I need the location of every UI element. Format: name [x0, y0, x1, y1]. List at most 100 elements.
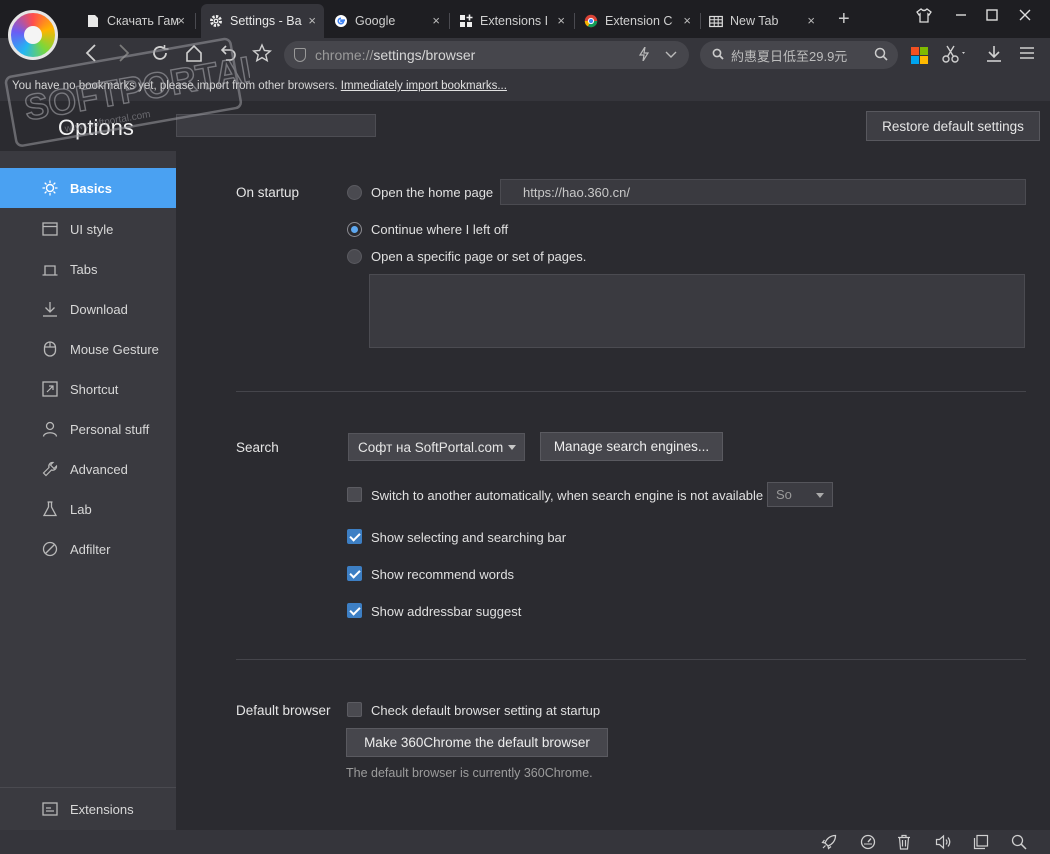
show-search-bar-label: Show selecting and searching bar	[371, 530, 567, 545]
extensions-icon	[42, 801, 58, 817]
forward-icon[interactable]	[117, 43, 131, 69]
addressbar-suggest-checkbox[interactable]	[347, 603, 362, 618]
tab-4[interactable]: Extension Ce ×	[576, 4, 699, 38]
status-bar	[0, 830, 1050, 854]
tab-5[interactable]: New Tab ×	[701, 4, 823, 38]
scissors-icon[interactable]	[942, 45, 968, 68]
undo-close-icon[interactable]	[218, 43, 238, 69]
search-query[interactable]: 約惠夏日低至29.9元	[731, 46, 874, 65]
new-tab-plus-icon[interactable]: +	[838, 8, 850, 31]
star-bookmark-icon[interactable]	[251, 43, 273, 69]
sun-gear-icon	[42, 180, 58, 196]
tab-0[interactable]: Скачать Гам ×	[78, 4, 193, 38]
default-browser-status: The default browser is currently 360Chro…	[346, 766, 593, 780]
sidebar-item-extensions[interactable]: Extensions	[0, 789, 176, 829]
close-icon[interactable]: ×	[683, 13, 691, 28]
tab-2[interactable]: Google ×	[326, 4, 448, 38]
make-default-button[interactable]: Make 360Chrome the default browser	[346, 728, 608, 757]
page-title: Options	[58, 115, 134, 140]
home-url-input[interactable]: https://hao.360.cn/	[500, 179, 1026, 205]
person-icon	[42, 421, 58, 437]
close-icon[interactable]: ×	[432, 13, 440, 28]
search-icon	[712, 48, 724, 63]
google-icon	[334, 14, 348, 28]
check-default-label: Check default browser setting at startup	[371, 703, 601, 718]
restore-defaults-button[interactable]: Restore default settings	[866, 111, 1040, 141]
minimize-icon[interactable]	[955, 8, 967, 25]
download-icon[interactable]	[985, 45, 1003, 68]
sidebar-item-personal-stuff[interactable]: Personal stuff	[0, 409, 176, 449]
sidebar-item-lab[interactable]: Lab	[0, 489, 176, 529]
speed-gauge-icon[interactable]	[860, 834, 876, 853]
radio-open-home[interactable]	[347, 185, 362, 200]
specific-pages-list[interactable]	[369, 274, 1025, 348]
rocket-icon[interactable]	[821, 834, 837, 853]
flask-icon	[42, 501, 58, 517]
tab-title: Extensions Ir	[480, 14, 548, 28]
sidebar-item-label: Shortcut	[70, 381, 119, 397]
address-bar[interactable]: chrome://settings/browser	[284, 41, 689, 69]
menu-icon[interactable]	[1019, 45, 1035, 66]
sidebar-item-label: Extensions	[70, 801, 134, 817]
window-close-icon[interactable]	[1019, 8, 1031, 25]
sidebar-item-label: Basics	[70, 180, 112, 196]
lightning-icon[interactable]	[638, 46, 650, 64]
sidebar-item-advanced[interactable]: Advanced	[0, 449, 176, 489]
tab-title: Settings - Ba	[230, 14, 302, 28]
sidebar-item-download[interactable]: Download	[0, 289, 176, 329]
download-icon	[42, 301, 58, 317]
volume-icon[interactable]	[935, 834, 951, 853]
search-box[interactable]: 約惠夏日低至29.9元	[700, 41, 898, 69]
trash-icon[interactable]	[896, 834, 912, 853]
browser-logo-icon[interactable]	[8, 10, 58, 60]
settings-content: On startup Open the home page https://ha…	[176, 151, 1050, 830]
back-icon[interactable]	[84, 43, 98, 69]
close-icon[interactable]: ×	[177, 13, 185, 28]
tab-separator	[195, 13, 196, 29]
section-divider	[236, 391, 1026, 392]
tab-1[interactable]: Settings - Ba ×	[201, 4, 324, 38]
sidebar-item-label: Lab	[70, 501, 92, 517]
reload-icon[interactable]	[150, 43, 170, 69]
show-search-bar-checkbox[interactable]	[347, 529, 362, 544]
check-default-checkbox[interactable]	[347, 702, 362, 717]
options-search-input[interactable]	[176, 114, 376, 137]
specific-pages-label: Open a specific page or set of pages.	[371, 249, 587, 264]
apps-icon[interactable]	[911, 47, 928, 64]
recommend-words-label: Show recommend words	[371, 567, 515, 582]
tab-3[interactable]: Extensions Ir ×	[451, 4, 573, 38]
search-submit-icon[interactable]	[874, 47, 888, 64]
fallback-engine-select[interactable]: So	[767, 482, 833, 507]
radio-continue[interactable]	[347, 222, 362, 237]
close-icon[interactable]: ×	[557, 13, 565, 28]
home-icon[interactable]	[184, 43, 204, 69]
close-icon[interactable]: ×	[308, 13, 316, 28]
close-icon[interactable]: ×	[807, 13, 815, 28]
skin-shirt-icon[interactable]	[916, 8, 932, 27]
import-bookmarks-link[interactable]: Immediately import bookmarks...	[341, 80, 507, 92]
addressbar-suggest-label: Show addressbar suggest	[371, 604, 522, 619]
document-icon	[86, 14, 100, 28]
window-mode-icon[interactable]	[973, 834, 989, 853]
maximize-icon[interactable]	[986, 8, 998, 25]
sidebar-item-mouse-gesture[interactable]: Mouse Gesture	[0, 329, 176, 369]
fallback-engine-value: So	[776, 487, 792, 502]
sidebar-item-adfilter[interactable]: Adfilter	[0, 529, 176, 569]
zoom-icon[interactable]	[1011, 834, 1027, 853]
radio-specific-pages[interactable]	[347, 249, 362, 264]
bookmark-empty-message: You have no bookmarks yet, please import…	[12, 80, 338, 92]
tab-title: New Tab	[730, 14, 779, 28]
options-header: Options Restore default settings	[0, 101, 1050, 151]
sidebar-item-tabs[interactable]: Tabs	[0, 249, 176, 289]
auto-switch-checkbox[interactable]	[347, 487, 362, 502]
recommend-words-checkbox[interactable]	[347, 566, 362, 581]
manage-search-engines-button[interactable]: Manage search engines...	[540, 432, 723, 461]
extensions-icon	[459, 14, 473, 28]
sidebar-item-basics[interactable]: Basics	[0, 168, 176, 208]
sidebar-item-ui-style[interactable]: UI style	[0, 209, 176, 249]
search-engine-select[interactable]: Софт на SoftPortal.com	[348, 433, 525, 461]
continue-label: Continue where I left off	[371, 222, 509, 237]
sidebar-item-shortcut[interactable]: Shortcut	[0, 369, 176, 409]
chevron-down-icon[interactable]	[665, 48, 677, 62]
address-url[interactable]: chrome://settings/browser	[315, 47, 639, 63]
